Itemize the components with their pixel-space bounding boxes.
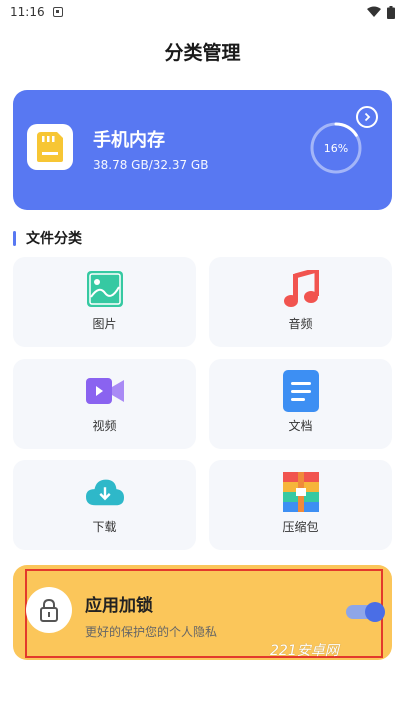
document-icon: [282, 370, 320, 412]
section-accent-bar: [13, 230, 16, 246]
category-tile-documents[interactable]: 文档: [209, 359, 392, 449]
sd-card-icon: [27, 124, 73, 170]
status-time: 11:16: [10, 5, 45, 19]
category-label: 音频: [288, 317, 313, 331]
page-title: 分类管理: [164, 42, 241, 64]
image-icon: [86, 270, 124, 308]
app-lock-title: 应用加锁: [85, 596, 153, 616]
storage-usage: 38.78 GB/32.37 GB: [93, 158, 209, 172]
chevron-right-icon[interactable]: [356, 106, 378, 128]
download-cloud-icon: [85, 473, 124, 511]
wifi-icon: [367, 6, 381, 17]
music-icon: [282, 270, 320, 308]
app-lock-subtitle: 更好的保护您的个人隐私: [85, 625, 218, 639]
archive-icon: [282, 472, 320, 512]
storage-title: 手机内存: [93, 130, 165, 151]
notification-icon: [52, 7, 63, 17]
category-label: 下载: [92, 520, 117, 534]
lock-icon: [26, 587, 72, 633]
category-label: 文档: [288, 419, 313, 433]
category-tile-images[interactable]: 图片: [13, 257, 196, 347]
video-icon: [85, 372, 124, 410]
storage-percent: 16%: [323, 141, 349, 155]
watermark-text: 221安卓网: [270, 643, 339, 659]
section-label: 文件分类: [26, 231, 82, 247]
status-icons: [367, 5, 395, 19]
category-label: 图片: [92, 317, 117, 331]
category-tile-video[interactable]: 视频: [13, 359, 196, 449]
section-header: 文件分类: [13, 228, 82, 248]
category-tile-downloads[interactable]: 下载: [13, 460, 196, 550]
category-tile-audio[interactable]: 音频: [209, 257, 392, 347]
app-lock-toggle-knob[interactable]: [365, 602, 385, 622]
battery-icon: [387, 5, 395, 19]
status-bar: 11:16: [0, 0, 405, 24]
category-label: 压缩包: [282, 520, 319, 534]
category-tile-archives[interactable]: 压缩包: [209, 460, 392, 550]
storage-card[interactable]: 手机内存 38.78 GB/32.37 GB 16%: [13, 90, 392, 210]
category-label: 视频: [92, 419, 117, 433]
